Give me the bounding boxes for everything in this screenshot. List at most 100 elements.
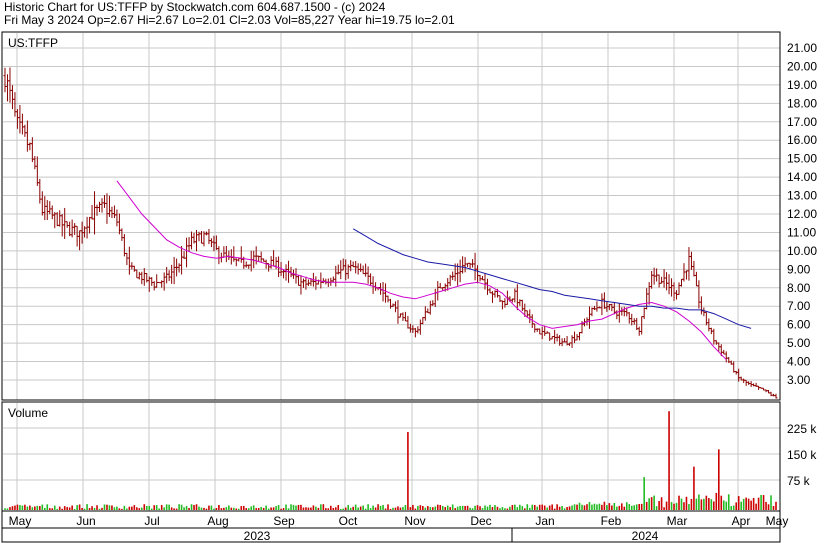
volume-bar: [29, 505, 31, 510]
volume-bar: [215, 507, 218, 510]
price-bar: [282, 269, 286, 279]
price-bar: [749, 381, 753, 387]
volume-bar: [543, 505, 546, 510]
price-bar: [301, 278, 305, 288]
volume-bar: [464, 505, 466, 510]
volume-bar: [255, 508, 257, 510]
volume-bar: [367, 504, 369, 510]
x-year-label: 2023: [244, 529, 271, 543]
volume-bar: [302, 507, 305, 510]
volume-bar: [596, 504, 598, 510]
volume-bar: [123, 505, 126, 510]
price-bar: [364, 263, 368, 277]
volume-bar: [573, 504, 576, 510]
price-bar: [289, 266, 293, 278]
volume-bar: [46, 504, 49, 510]
volume-bar: [190, 504, 193, 510]
price-bar: [600, 293, 604, 316]
volume-bar: [578, 502, 581, 510]
volume-bar: [742, 498, 745, 510]
volume-bar: [745, 497, 747, 510]
volume-bar: [317, 507, 320, 510]
price-bar: [558, 335, 562, 346]
volume-bar: [775, 501, 777, 510]
x-year-label: 2024: [632, 529, 659, 543]
price-bar: [692, 260, 696, 277]
price-bar: [155, 274, 159, 288]
x-month-label: May: [9, 514, 32, 528]
volume-bar: [431, 507, 434, 510]
volume-bar: [623, 506, 626, 510]
volume-bar: [245, 508, 248, 510]
volume-bar: [703, 498, 705, 510]
volume-bar: [668, 411, 670, 510]
volume-bar: [58, 506, 61, 510]
volume-bar: [444, 507, 447, 510]
volume-bar: [78, 504, 81, 510]
volume-bar: [675, 502, 678, 510]
volume-bar: [233, 507, 235, 510]
y-tick-label: 20.00: [787, 59, 817, 73]
volume-bar: [145, 505, 148, 510]
volume-bar: [9, 507, 11, 510]
volume-bar: [213, 508, 215, 510]
volume-bar: [330, 505, 332, 510]
volume-bar: [39, 506, 41, 510]
y-tick-label: 17.00: [787, 115, 817, 129]
price-bar: [485, 278, 489, 295]
price-bar: [137, 271, 141, 280]
price-bar: [209, 238, 213, 248]
volume-bar: [446, 505, 449, 510]
volume-bar: [183, 507, 185, 510]
volume-bar: [603, 501, 606, 510]
volume-bar: [481, 508, 484, 510]
volume-bar: [106, 504, 108, 510]
price-bar: [371, 276, 375, 294]
volume-bar: [566, 507, 568, 510]
price-bar: [540, 326, 544, 340]
volume-bar: [583, 505, 586, 510]
volume-bar: [126, 508, 128, 510]
volume-bar: [359, 506, 362, 510]
volume-bar: [327, 508, 330, 510]
volume-bar: [6, 508, 9, 510]
volume-bar: [501, 507, 504, 510]
volume-bar: [332, 507, 335, 510]
price-bar: [744, 379, 748, 386]
price-bar: [170, 264, 174, 284]
volume-bar: [412, 504, 414, 510]
price-bar: [5, 74, 9, 102]
price-bars: [3, 67, 778, 399]
volume-bar: [21, 505, 24, 510]
price-bar: [702, 307, 706, 317]
volume-bar: [150, 508, 153, 510]
volume-bar: [471, 508, 474, 510]
x-month-label: Dec: [470, 514, 491, 528]
price-bar: [150, 277, 154, 286]
volume-bar: [352, 506, 354, 510]
volume-bar: [633, 505, 636, 510]
volume-bar: [685, 496, 688, 510]
volume-bar: [402, 506, 404, 510]
volume-bar: [267, 508, 270, 510]
volume-bar: [108, 505, 111, 510]
volume-bar: [625, 502, 628, 510]
x-month-label: Aug: [207, 514, 228, 528]
volume-bar: [593, 503, 596, 510]
volume-bar: [354, 504, 357, 510]
price-bar: [217, 246, 221, 265]
volume-bar: [180, 504, 183, 510]
price-bar: [254, 246, 258, 265]
x-month-label: Jun: [76, 514, 95, 528]
volume-bar: [118, 508, 121, 510]
price-bar: [732, 361, 736, 373]
volume-bar: [521, 506, 524, 510]
price-bar: [423, 306, 427, 321]
volume-bar: [700, 499, 703, 510]
price-bar: [70, 219, 74, 238]
price-bar: [93, 191, 97, 235]
volume-bar: [441, 505, 444, 510]
volume-bar: [203, 507, 205, 510]
price-bar: [428, 300, 432, 315]
volume-bars: [4, 411, 777, 510]
